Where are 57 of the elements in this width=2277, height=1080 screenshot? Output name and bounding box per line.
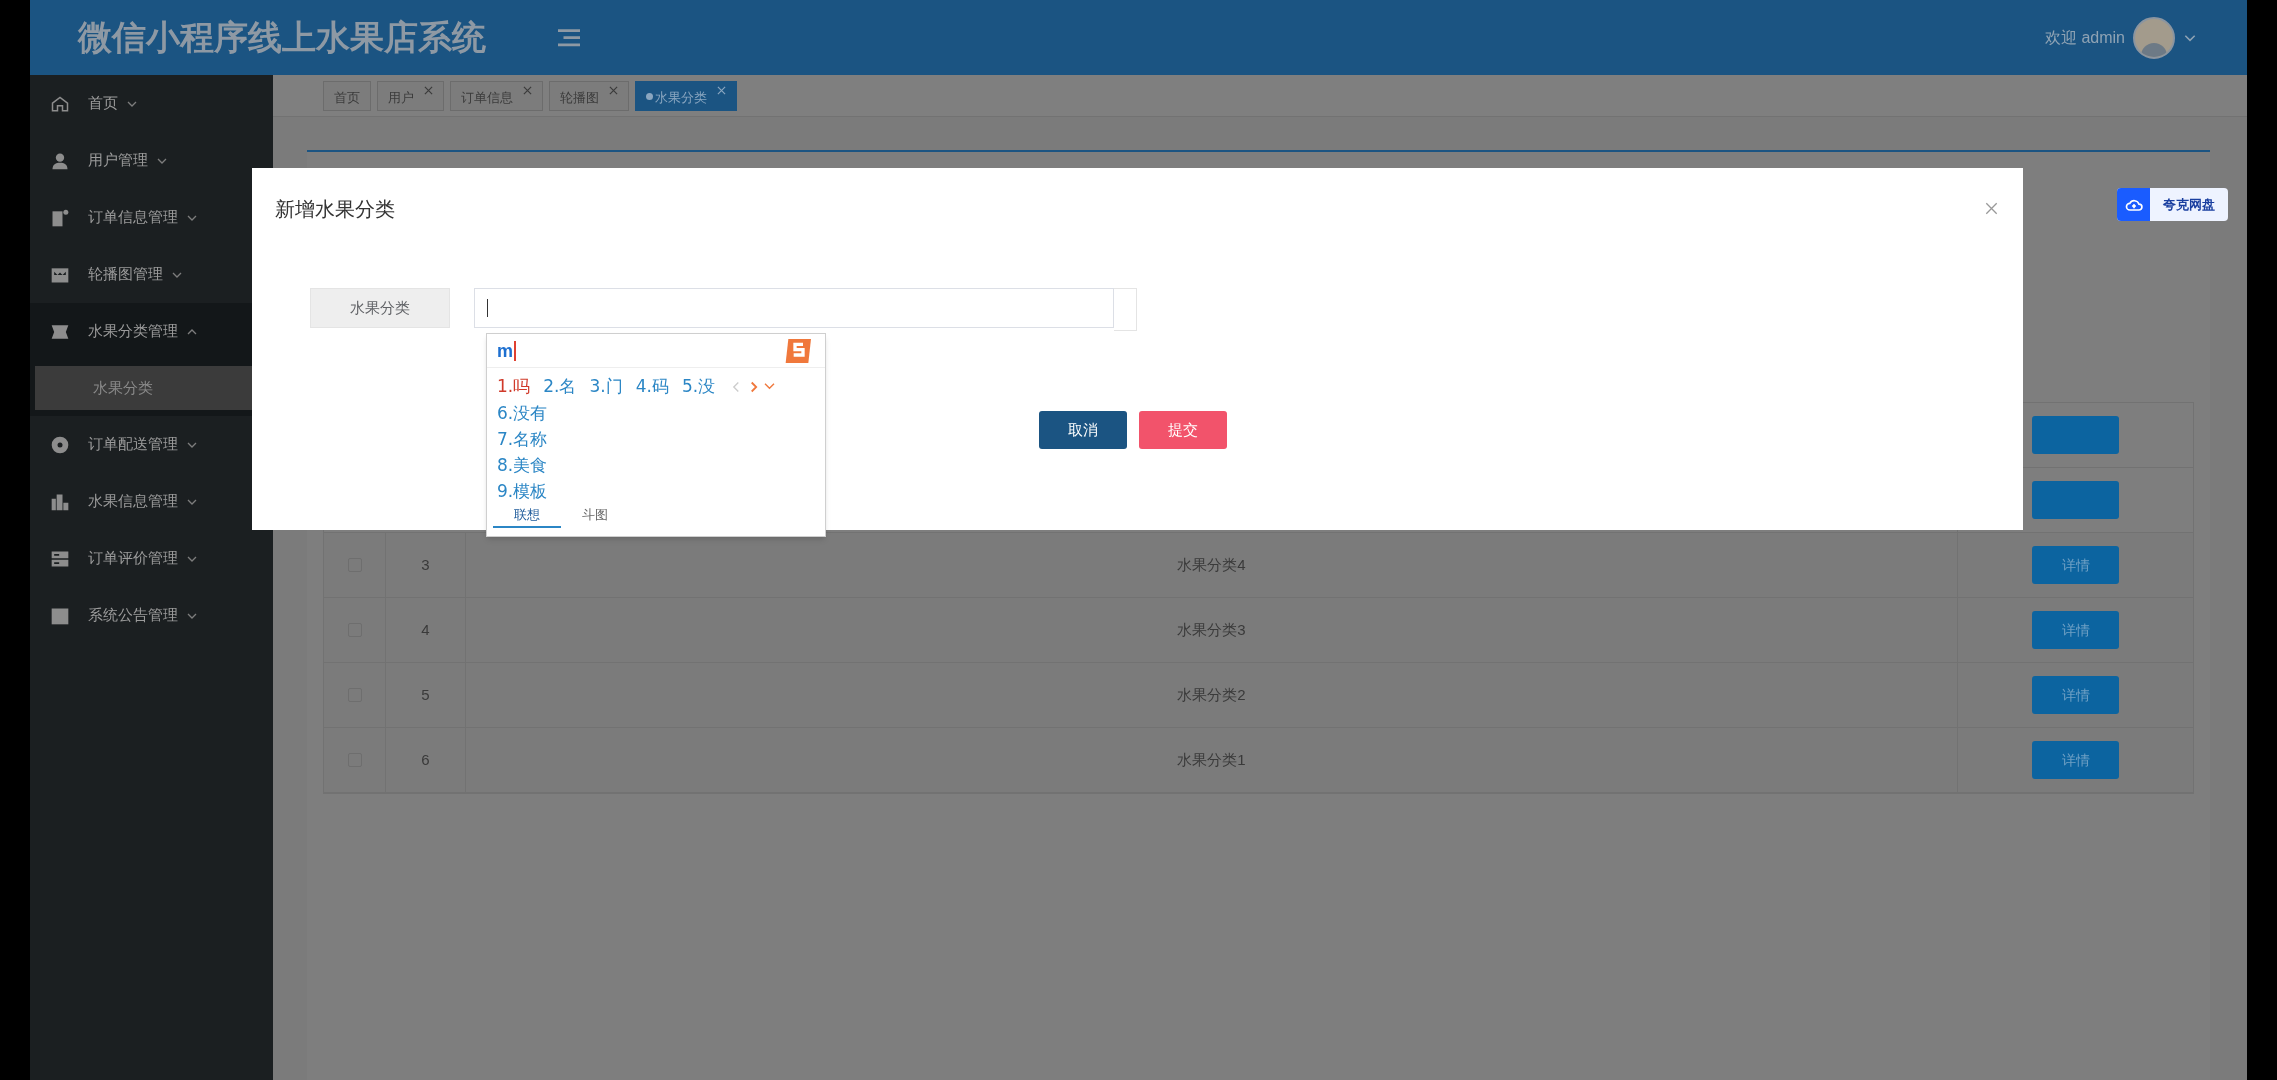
sidebar-item[interactable]: 系统公告管理 xyxy=(30,587,273,644)
avatar[interactable] xyxy=(2133,16,2175,59)
close-icon[interactable] xyxy=(424,86,433,95)
table-cell-text: 水果分类3 xyxy=(1177,619,1246,640)
close-icon[interactable] xyxy=(523,86,532,95)
sidebar-item[interactable]: 水果信息管理 xyxy=(30,473,273,530)
sidebar-item[interactable]: 首页 xyxy=(30,75,273,132)
ime-candidate[interactable]: 9.模板 xyxy=(497,477,548,504)
ime-tab[interactable]: 斗图 xyxy=(561,504,629,528)
detail-button[interactable]: 详情 xyxy=(2032,611,2119,649)
table-cell-text: 5 xyxy=(421,684,430,705)
detail-button[interactable]: 详情 xyxy=(2032,676,2119,714)
welcome-text: 欢迎 admin xyxy=(2044,27,2125,48)
sidebar-item[interactable]: 用户管理 xyxy=(30,132,273,189)
ime-candidate[interactable]: 6.没有 xyxy=(497,399,548,426)
page-tab[interactable]: 首页 xyxy=(323,81,371,111)
table-cell-text: 水果分类2 xyxy=(1177,684,1246,705)
detail-button[interactable]: 详情 xyxy=(2032,741,2119,779)
sidebar-item[interactable]: 订单信息管理 xyxy=(30,189,273,246)
document-icon xyxy=(50,207,70,228)
table-cell-text: 6 xyxy=(421,749,430,770)
ime-candidate[interactable]: 7.名称 xyxy=(497,425,548,452)
ime-input-text: m xyxy=(497,340,516,361)
page-tab[interactable]: 轮播图 xyxy=(549,81,629,111)
detail-button[interactable]: 详情 xyxy=(2032,546,2119,584)
close-icon[interactable] xyxy=(609,86,618,95)
submit-button[interactable]: 提交 xyxy=(1139,411,1227,449)
sidebar-item[interactable]: 轮播图管理 xyxy=(30,246,273,303)
chevron-right-icon[interactable] xyxy=(749,380,759,393)
ime-candidate[interactable]: 8.美食 xyxy=(497,451,548,478)
ime-candidate[interactable]: 2.名 xyxy=(543,374,577,400)
field-label: 水果分类 xyxy=(310,288,450,328)
app-title: 微信小程序线上水果店系统 xyxy=(78,17,487,58)
ime-tab[interactable]: 联想 xyxy=(493,504,561,528)
category-input[interactable] xyxy=(474,288,1114,328)
ime-candidate[interactable]: 5.没 xyxy=(681,374,716,400)
table-cell-text: 3 xyxy=(421,554,430,575)
close-icon[interactable] xyxy=(717,86,726,95)
table-cell-text: 4 xyxy=(421,619,430,640)
menu-icon[interactable] xyxy=(558,28,580,47)
chevron-down-icon[interactable] xyxy=(764,382,776,392)
cloud-drive-badge[interactable]: 夸克网盘 xyxy=(2117,188,2228,221)
ime-candidate[interactable]: 4.码 xyxy=(635,374,669,400)
page-tab[interactable]: 用户 xyxy=(377,81,444,111)
page-tab[interactable]: 订单信息 xyxy=(450,81,543,111)
sidebar-item[interactable]: 订单评价管理 xyxy=(30,530,273,587)
close-icon[interactable] xyxy=(1985,202,1998,215)
cancel-button[interactable]: 取消 xyxy=(1039,411,1127,449)
disc-icon xyxy=(50,434,70,455)
table-cell-text: 水果分类1 xyxy=(1177,749,1246,770)
ime-candidate[interactable]: 1.吗 xyxy=(497,374,531,400)
sidebar-item[interactable]: 订单配送管理 xyxy=(30,416,273,473)
input-addon xyxy=(1114,288,1137,331)
dialog-title: 新增水果分类 xyxy=(275,197,395,222)
ime-candidate[interactable]: 3.门 xyxy=(589,374,623,400)
table-cell-text: 水果分类4 xyxy=(1177,554,1246,575)
page-tab[interactable]: 水果分类 xyxy=(635,81,737,111)
